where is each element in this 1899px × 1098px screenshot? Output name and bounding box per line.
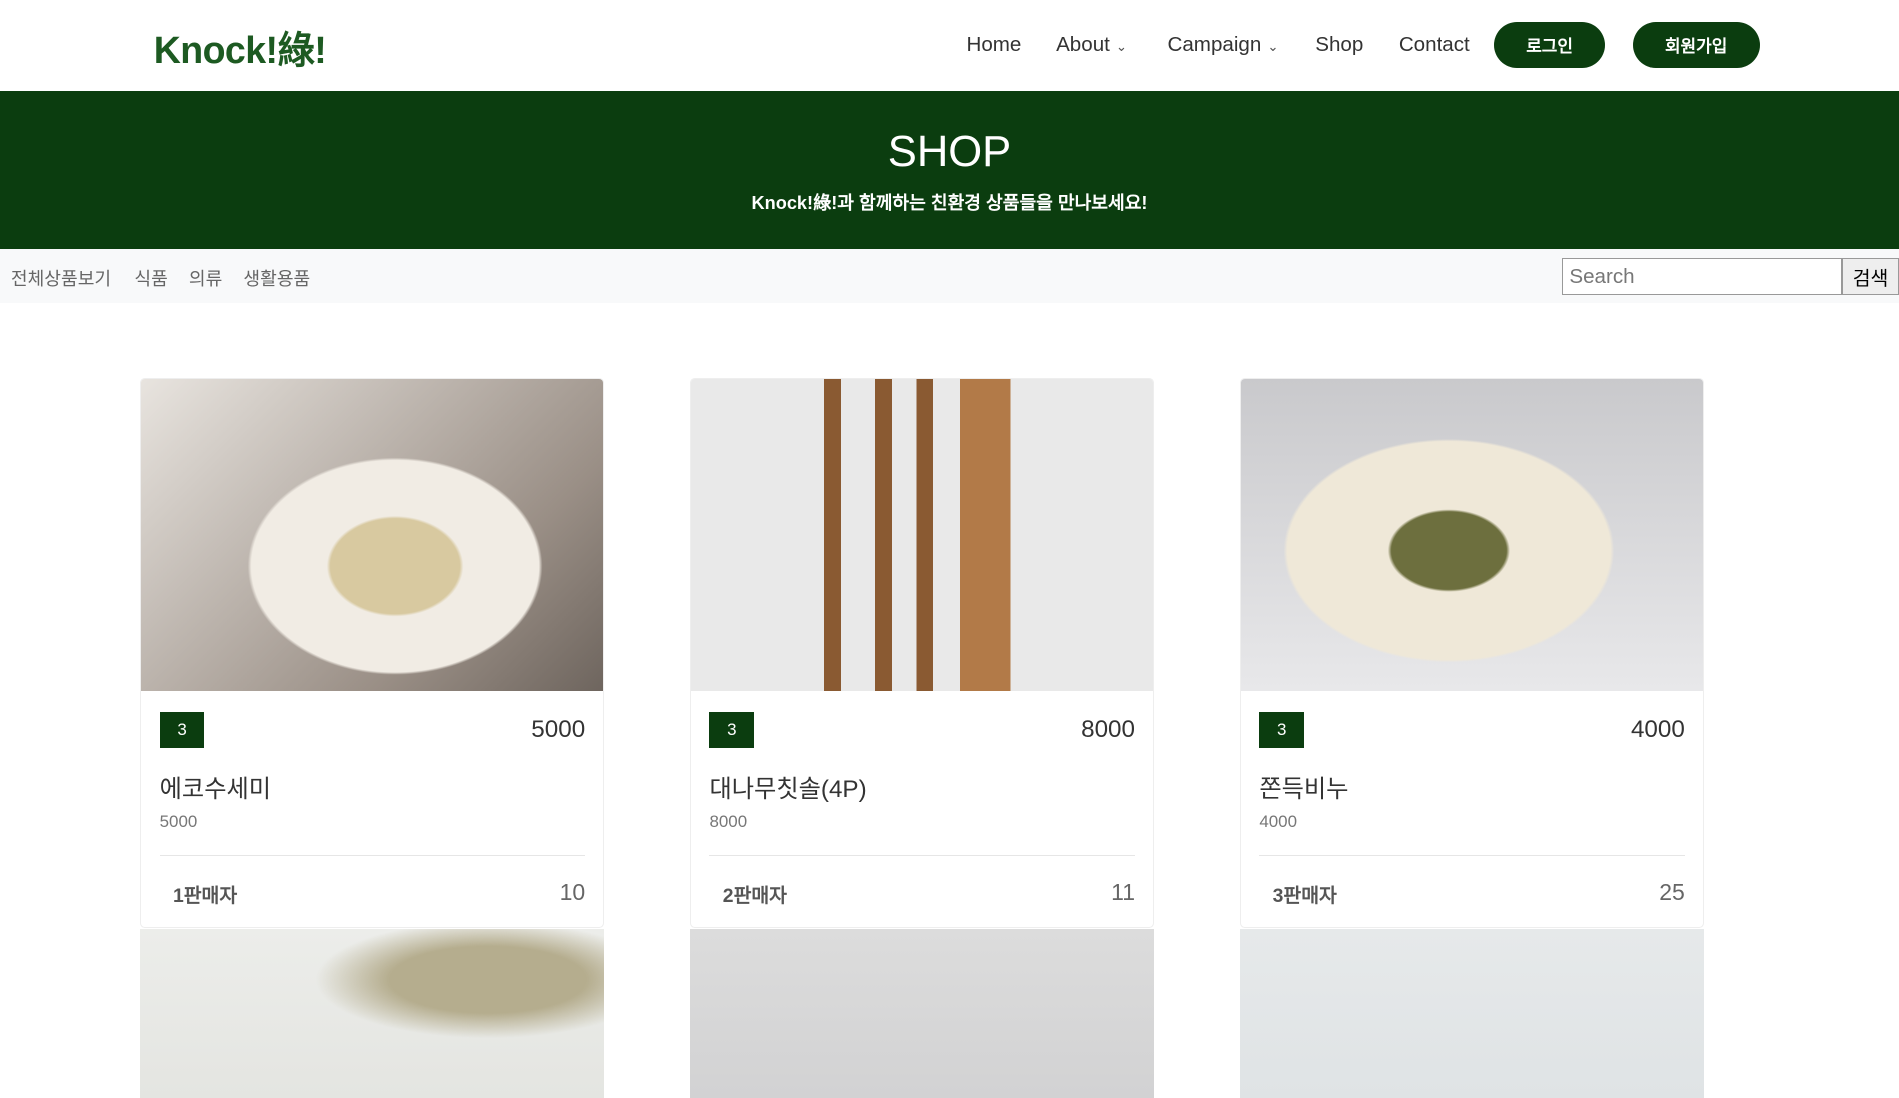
product-sub-price: 8000 (709, 812, 748, 832)
divider (709, 854, 1135, 856)
nav-home[interactable]: Home (966, 33, 1021, 57)
product-count: 11 (1111, 879, 1135, 906)
divider (159, 854, 586, 856)
product-image[interactable] (691, 378, 1154, 692)
nav-label: About (1056, 32, 1110, 56)
product-card[interactable]: 3 8000 대나무칫솔(4P) 8000 2판매자 11 (690, 377, 1155, 928)
divider (1259, 854, 1685, 856)
nav-contact[interactable]: Contact (1399, 33, 1470, 57)
product-seller: 3판매자 (1272, 885, 1337, 908)
product-price: 8000 (1081, 715, 1135, 743)
category-clothing[interactable]: 의류 (189, 265, 222, 291)
product-image[interactable] (141, 378, 604, 692)
page-subtitle: Knock!綠!과 함께하는 친환경 상품들을 만나보세요! (751, 192, 1148, 213)
product-count: 25 (1659, 879, 1685, 906)
product-count: 10 (559, 879, 586, 906)
search-input[interactable] (1562, 257, 1843, 296)
chevron-down-icon: ⌄ (1115, 38, 1128, 54)
nav-label: Campaign (1167, 32, 1262, 56)
product-image[interactable] (140, 928, 605, 1098)
signup-button[interactable]: 회원가입 (1632, 21, 1760, 68)
product-image[interactable] (1241, 378, 1703, 692)
product-card[interactable]: 3 4000 쫀득비누 4000 3판매자 25 (1240, 377, 1704, 928)
product-name[interactable]: 대나무칫솔(4P) (709, 769, 866, 804)
product-badge: 3 (709, 711, 755, 749)
nav-about[interactable]: About ⌄ (1056, 33, 1127, 57)
product-image[interactable] (1240, 928, 1704, 1098)
product-badge: 3 (159, 711, 205, 749)
product-seller: 2판매자 (722, 885, 787, 908)
category-living[interactable]: 생활용품 (243, 265, 310, 291)
page-title: SHOP (887, 128, 1012, 177)
login-button[interactable]: 로그인 (1494, 21, 1605, 68)
product-image[interactable] (690, 928, 1155, 1098)
navbar: Knock!綠! Home About ⌄ Campaign ⌄ Shop Cont… (0, 0, 1899, 91)
category-food[interactable]: 식품 (134, 265, 167, 291)
product-seller: 1판매자 (172, 885, 238, 908)
nav-label: Contact (1398, 32, 1470, 56)
shop-banner: SHOP Knock!綠!과 함께하는 친환경 상품들을 만나보세요! (0, 90, 1899, 250)
nav-label: Shop (1315, 32, 1364, 56)
product-badge: 3 (1259, 711, 1305, 749)
search-button[interactable]: 검색 (1842, 257, 1899, 296)
category-all[interactable]: 전체상품보기 (11, 265, 111, 291)
product-sub-price: 5000 (159, 812, 198, 832)
product-name[interactable]: 에코수세미 (160, 769, 271, 804)
nav-campaign[interactable]: Campaign ⌄ (1168, 33, 1279, 57)
product-card[interactable]: 3 5000 에코수세미 5000 1판매자 10 (140, 377, 605, 928)
product-price: 4000 (1630, 715, 1685, 743)
product-price: 5000 (531, 715, 586, 743)
chevron-down-icon: ⌄ (1267, 38, 1279, 54)
category-bar: 전체상품보기 식품 의류 생활용품 검색 (0, 249, 1899, 303)
product-name[interactable]: 쫀득비누 (1259, 769, 1348, 804)
nav-shop[interactable]: Shop (1315, 33, 1363, 57)
product-sub-price: 4000 (1259, 812, 1297, 832)
nav-label: Home (966, 32, 1022, 56)
logo[interactable]: Knock!綠! (154, 19, 327, 74)
